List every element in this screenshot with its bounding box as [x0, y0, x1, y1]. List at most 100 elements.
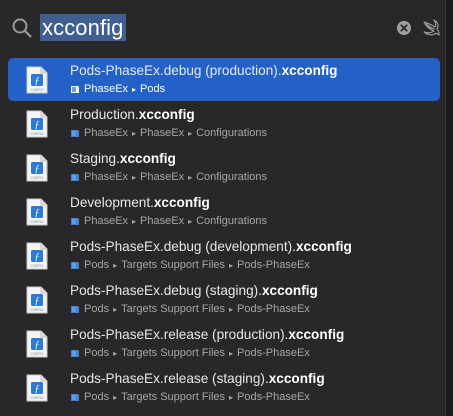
svg-text:ƒ: ƒ	[35, 252, 40, 263]
result-name: Pods-PhaseEx.debug (production).	[70, 63, 282, 78]
result-path: Pods ▸ Targets Support Files ▸ Pods-PhaseEx	[70, 258, 310, 272]
result-row[interactable]: ƒ CONFIG Staging.xcconfig PhaseEx ▸ PhaseE…	[8, 146, 440, 189]
result-path: Pods ▸ Targets Support Files ▸ Pods-PhaseEx	[70, 346, 310, 360]
path-segment: PhaseEx	[140, 215, 185, 227]
result-row[interactable]: ƒ CONFIG Pods-PhaseEx.release (productio…	[8, 322, 440, 365]
search-bar: xcconfig	[0, 0, 446, 56]
svg-text:ƒ: ƒ	[35, 164, 40, 175]
path-segment: Pods	[140, 83, 166, 95]
path-segment: Pods	[84, 391, 110, 403]
path-segment: Pods	[84, 303, 110, 315]
path-segment: Pods-PhaseEx	[237, 303, 310, 315]
result-row[interactable]: ƒ CONFIG Pods-PhaseEx.release (staging).…	[8, 366, 440, 409]
path-separator: ▸	[229, 392, 234, 402]
path-segment: PhaseEx	[84, 127, 129, 139]
result-extension: xcconfig	[138, 107, 195, 122]
path-segment: Configurations	[196, 171, 268, 183]
open-quickly-panel: xcconfig ƒ CONFIG Pods-PhaseEx.debug (pr…	[0, 0, 446, 416]
path-segment: Targets Support Files	[121, 347, 226, 359]
result-name: Development.	[70, 195, 154, 210]
folder-icon	[71, 394, 79, 401]
svg-text:CONFIG: CONFIG	[30, 220, 44, 224]
swift-icon[interactable]	[421, 17, 442, 38]
file-icon: ƒ CONFIG	[26, 66, 48, 94]
result-row[interactable]: ƒ CONFIG Development.xcconfig PhaseEx ▸ Ph…	[8, 190, 440, 233]
path-segment: Pods-PhaseEx	[237, 391, 310, 403]
folder-icon	[71, 262, 79, 269]
result-path: PhaseEx ▸ PhaseEx ▸ Configurations	[70, 126, 267, 140]
path-segment: PhaseEx	[84, 215, 129, 227]
path-separator: ▸	[113, 304, 118, 314]
path-separator: ▸	[113, 348, 118, 358]
result-title: Staging.xcconfig	[70, 151, 176, 166]
folder-icon	[71, 130, 79, 137]
file-icon: ƒ CONFIG	[26, 110, 48, 138]
svg-text:CONFIG: CONFIG	[30, 176, 44, 180]
result-title: Pods-PhaseEx.debug (development).xcconfi…	[70, 239, 352, 254]
folder-icon	[71, 350, 79, 357]
path-segment: Configurations	[196, 127, 268, 139]
result-extension: xcconfig	[281, 63, 338, 78]
result-row[interactable]: ƒ CONFIG Pods-PhaseEx.debug (staging).xc…	[8, 278, 440, 321]
result-path: PhaseEx ▸ Pods	[70, 82, 165, 96]
result-title: Pods-PhaseEx.release (production).xcconf…	[70, 327, 344, 342]
file-icon: ƒ CONFIG	[26, 286, 48, 314]
result-row[interactable]: ƒ CONFIG Pods-PhaseEx.debug (development…	[8, 234, 440, 277]
result-row[interactable]: ƒ CONFIG Pods-PhaseEx.debug (production)…	[8, 58, 440, 101]
result-title: Pods-PhaseEx.debug (production).xcconfig	[70, 63, 338, 78]
clear-icon[interactable]	[397, 21, 411, 35]
result-extension: xcconfig	[153, 195, 210, 210]
result-title: Production.xcconfig	[70, 107, 195, 122]
svg-text:ƒ: ƒ	[35, 384, 40, 395]
result-name: Production.	[70, 107, 139, 122]
svg-text:CONFIG: CONFIG	[30, 264, 44, 268]
path-separator: ▸	[188, 216, 193, 226]
path-segment: Targets Support Files	[121, 391, 226, 403]
result-name: Pods-PhaseEx.release (production).	[70, 327, 289, 342]
folder-icon	[71, 86, 79, 93]
result-title: Pods-PhaseEx.debug (staging).xcconfig	[70, 283, 318, 298]
file-icon: ƒ CONFIG	[26, 198, 48, 226]
search-input[interactable]: xcconfig	[40, 14, 126, 41]
result-name: Staging.	[70, 151, 120, 166]
result-path: PhaseEx ▸ PhaseEx ▸ Configurations	[70, 214, 267, 228]
file-icon: ƒ CONFIG	[26, 154, 48, 182]
svg-text:CONFIG: CONFIG	[30, 308, 44, 312]
path-segment: PhaseEx	[84, 83, 129, 95]
result-extension: xcconfig	[119, 151, 176, 166]
path-segment: Pods-PhaseEx	[237, 259, 310, 271]
svg-text:ƒ: ƒ	[35, 76, 40, 87]
path-separator: ▸	[113, 392, 118, 402]
path-segment: Targets Support Files	[121, 259, 226, 271]
result-path: Pods ▸ Targets Support Files ▸ Pods-PhaseEx	[70, 390, 310, 404]
folder-icon	[71, 218, 79, 225]
file-icon: ƒ CONFIG	[26, 242, 48, 270]
path-segment: Configurations	[196, 215, 268, 227]
path-segment: PhaseEx	[140, 127, 185, 139]
result-extension: xcconfig	[295, 239, 352, 254]
result-extension: xcconfig	[288, 327, 345, 342]
svg-text:CONFIG: CONFIG	[30, 88, 44, 92]
folder-icon	[71, 174, 79, 181]
path-segment: PhaseEx	[140, 171, 185, 183]
search-icon	[12, 18, 32, 38]
path-separator: ▸	[132, 128, 137, 138]
result-row[interactable]: ƒ CONFIG Production.xcconfig PhaseEx ▸ Pha…	[8, 102, 440, 145]
path-separator: ▸	[132, 84, 137, 94]
path-separator: ▸	[229, 304, 234, 314]
result-path: PhaseEx ▸ PhaseEx ▸ Configurations	[70, 170, 267, 184]
path-separator: ▸	[229, 348, 234, 358]
svg-text:ƒ: ƒ	[35, 120, 40, 131]
path-separator: ▸	[132, 216, 137, 226]
path-segment: Pods	[84, 347, 110, 359]
result-path: Pods ▸ Targets Support Files ▸ Pods-PhaseEx	[70, 302, 310, 316]
result-extension: xcconfig	[268, 371, 325, 386]
result-title: Pods-PhaseEx.release (staging).xcconfig	[70, 371, 325, 386]
path-segment: Pods-PhaseEx	[237, 347, 310, 359]
folder-icon	[71, 306, 79, 313]
svg-text:CONFIG: CONFIG	[30, 352, 44, 356]
path-separator: ▸	[188, 172, 193, 182]
file-icon: ƒ CONFIG	[26, 330, 48, 358]
result-name: Pods-PhaseEx.debug (development).	[70, 239, 296, 254]
path-separator: ▸	[113, 260, 118, 270]
